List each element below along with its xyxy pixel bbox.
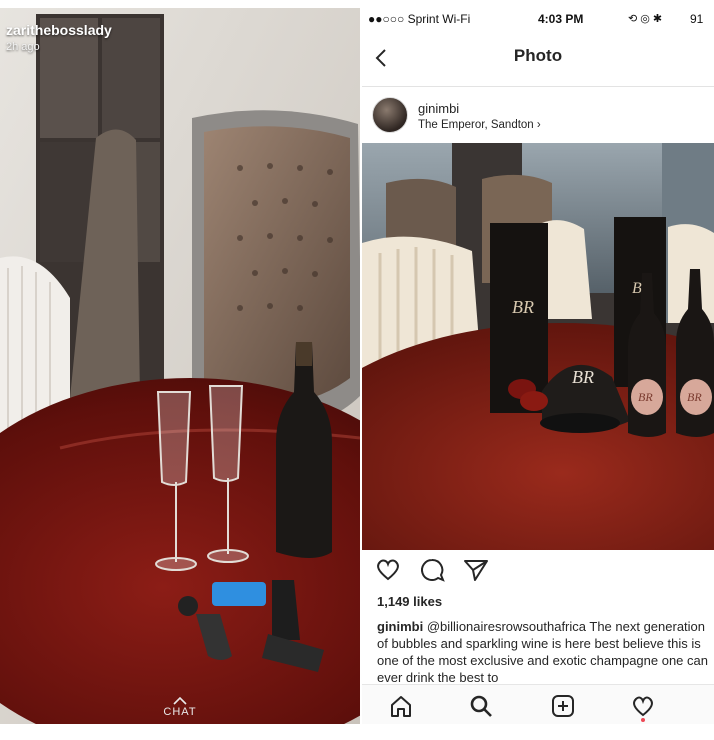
avatar[interactable] bbox=[372, 97, 408, 133]
chat-label: CHAT bbox=[163, 706, 197, 718]
location-label: The Emperor, Sandton bbox=[418, 119, 534, 131]
status-bar: ●●○○○ Sprint Wi-Fi 4:03 PM ⟲ ◎ ✱ 91 bbox=[362, 8, 714, 30]
activity-icon[interactable] bbox=[630, 693, 656, 719]
snap-username: zarithebosslady bbox=[6, 22, 112, 38]
comment-icon[interactable] bbox=[418, 556, 446, 584]
post-photo[interactable]: BR BR BR BR BR bbox=[362, 143, 714, 550]
post-caption: ginimbi @billionairesrowsouthafrica The … bbox=[377, 618, 714, 684]
chevron-right-icon: › bbox=[536, 119, 541, 131]
home-icon[interactable] bbox=[388, 693, 414, 719]
caption-username[interactable]: ginimbi bbox=[377, 619, 423, 634]
notification-dot bbox=[641, 718, 645, 722]
svg-text:BR: BR bbox=[572, 367, 594, 387]
search-icon[interactable] bbox=[468, 693, 494, 719]
nav-bar: Photo bbox=[362, 30, 714, 87]
svg-text:BR: BR bbox=[638, 390, 653, 404]
post-actions bbox=[362, 556, 714, 588]
status-time: 4:03 PM bbox=[538, 12, 584, 26]
snap-photo bbox=[0, 8, 360, 724]
post-header: ginimbi The Emperor, Sandton › bbox=[362, 87, 714, 143]
chevron-up-icon bbox=[173, 697, 187, 705]
caption-mention[interactable]: @billionairesrowsouthafrica bbox=[427, 619, 586, 634]
snap-timestamp: 2h ago bbox=[6, 41, 40, 53]
instagram-screen: ●●○○○ Sprint Wi-Fi 4:03 PM ⟲ ◎ ✱ 91 Phot… bbox=[362, 8, 714, 724]
battery-level: 91 bbox=[690, 12, 704, 26]
nav-title: Photo bbox=[513, 46, 563, 65]
post-username[interactable]: ginimbi bbox=[418, 101, 459, 116]
chat-button[interactable]: CHAT bbox=[0, 697, 360, 718]
status-icons: ⟲ ◎ ✱ bbox=[628, 13, 663, 25]
svg-text:BR: BR bbox=[512, 297, 534, 317]
post-location[interactable]: The Emperor, Sandton › bbox=[418, 119, 541, 131]
likes-count[interactable]: 1,149 likes bbox=[377, 594, 442, 609]
heart-icon[interactable] bbox=[374, 556, 402, 584]
tab-bar bbox=[362, 684, 714, 724]
share-icon[interactable] bbox=[462, 556, 490, 584]
snap-story: zarithebosslady 2h ago CHAT bbox=[0, 8, 360, 724]
carrier-label: ●●○○○ Sprint Wi-Fi bbox=[368, 12, 471, 26]
add-icon[interactable] bbox=[550, 693, 576, 719]
svg-text:BR: BR bbox=[687, 390, 702, 404]
